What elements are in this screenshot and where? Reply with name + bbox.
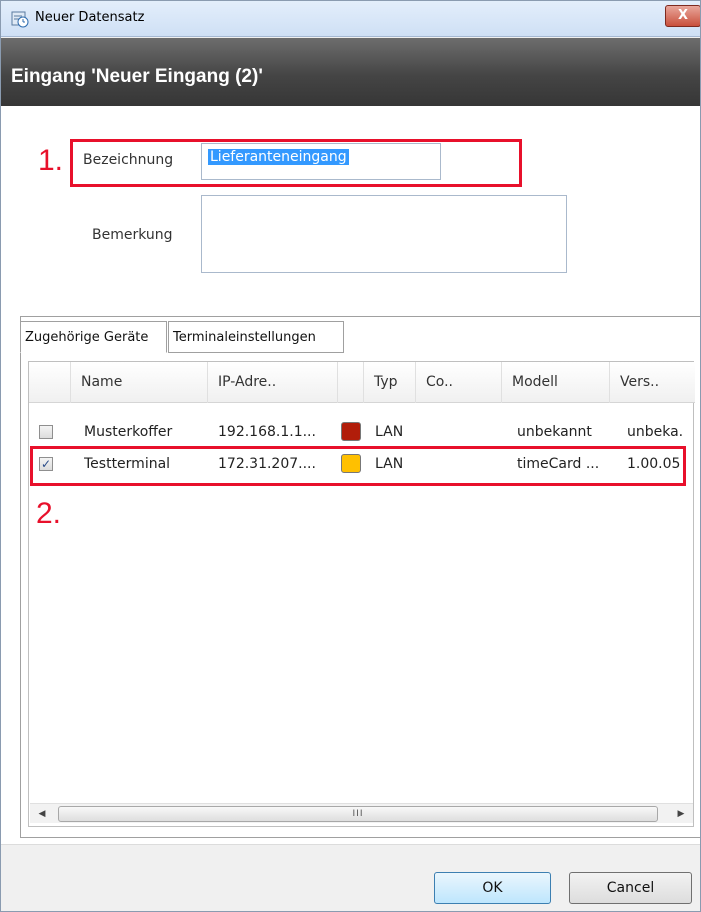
cell-modell: unbekannt: [517, 424, 592, 440]
column-header-co[interactable]: Co..: [416, 362, 502, 403]
cell-version: unbeka.: [627, 424, 684, 440]
tab-zugehoerige-geraete[interactable]: Zugehörige Geräte: [20, 321, 167, 353]
column-header-select[interactable]: [29, 362, 71, 403]
bezeichnung-field[interactable]: Lieferanteneingang: [201, 143, 441, 180]
tab-terminaleinstellungen[interactable]: Terminaleinstellungen: [168, 321, 344, 353]
page-title: Eingang 'Neuer Eingang (2)': [11, 66, 263, 87]
tab-label: Terminaleinstellungen: [173, 330, 316, 345]
cell-ip: 192.168.1.1...: [218, 424, 316, 440]
column-header-typ[interactable]: Typ: [364, 362, 416, 403]
devices-grid: Name IP-Adre.. Typ Co.. Modell Vers.. Mu…: [28, 361, 695, 827]
bezeichnung-value: Lieferanteneingang: [208, 149, 349, 165]
window-title: Neuer Datensatz: [35, 10, 145, 25]
app-icon: [11, 11, 29, 28]
table-row[interactable]: Musterkoffer 192.168.1.1... LAN unbekann…: [29, 417, 695, 447]
button-bar: OK Cancel: [1, 844, 700, 911]
column-header-modell[interactable]: Modell: [502, 362, 610, 403]
status-indicator: [341, 422, 361, 441]
column-header-version[interactable]: Vers..: [610, 362, 695, 403]
cell-co: [426, 417, 496, 447]
bemerkung-field[interactable]: [201, 195, 567, 273]
column-header-status[interactable]: [338, 362, 364, 403]
ok-button[interactable]: OK: [434, 872, 551, 904]
column-header-ip[interactable]: IP-Adre..: [208, 362, 338, 403]
dialog-window: Neuer Datensatz X Eingang 'Neuer Eingang…: [0, 0, 701, 912]
scroll-left-icon[interactable]: ◀: [34, 807, 50, 821]
close-button[interactable]: X: [665, 5, 700, 27]
cell-typ: LAN: [375, 424, 404, 440]
cell-name: Musterkoffer: [84, 424, 173, 440]
title-bar[interactable]: Neuer Datensatz X: [1, 1, 700, 37]
header-band: Eingang 'Neuer Eingang (2)': [1, 38, 700, 106]
tab-label: Zugehörige Geräte: [25, 330, 149, 345]
cancel-button[interactable]: Cancel: [569, 872, 692, 904]
bemerkung-label: Bemerkung: [92, 227, 173, 243]
close-icon: X: [677, 8, 689, 23]
scroll-right-icon[interactable]: ▶: [673, 807, 689, 821]
bezeichnung-label: Bezeichnung: [83, 152, 174, 168]
highlight-box-2: [30, 446, 686, 486]
row-checkbox[interactable]: [39, 425, 53, 439]
annotation-2: 2.: [36, 497, 62, 530]
horizontal-scrollbar[interactable]: ◀ III ▶: [30, 803, 693, 823]
column-header-name[interactable]: Name: [71, 362, 208, 403]
scroll-thumb[interactable]: III: [58, 806, 658, 822]
annotation-1: 1.: [38, 144, 64, 177]
grid-header: Name IP-Adre.. Typ Co.. Modell Vers..: [29, 362, 695, 403]
